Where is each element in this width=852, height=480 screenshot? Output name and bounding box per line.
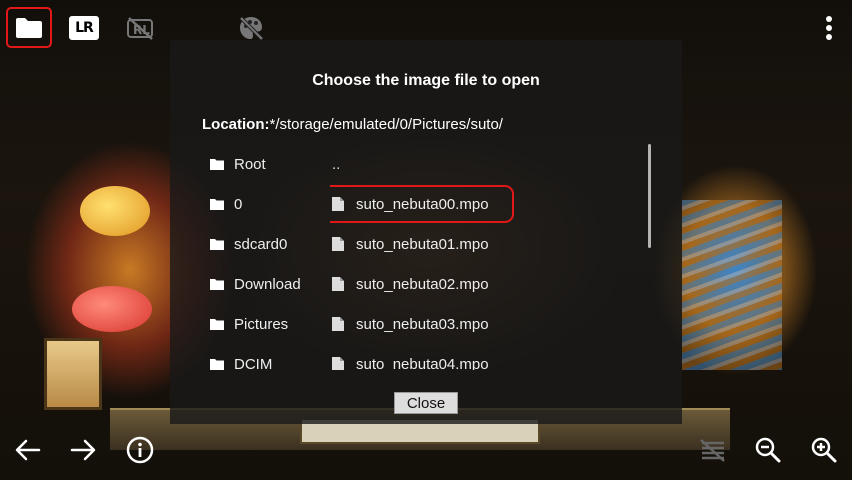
file-label: suto_nebuta04.mpo bbox=[356, 355, 489, 371]
previous-image-button[interactable] bbox=[8, 432, 48, 472]
directory-label: Download bbox=[234, 275, 301, 293]
folder-icon bbox=[210, 156, 232, 172]
arrow-left-icon bbox=[15, 439, 41, 466]
zoom-in-icon bbox=[810, 436, 838, 469]
location-path: Location:*/storage/emulated/0/Pictures/s… bbox=[202, 116, 503, 133]
file-icon bbox=[332, 196, 354, 212]
directory-item-pictures[interactable]: Pictures bbox=[210, 304, 320, 344]
directory-item-download[interactable]: Download bbox=[210, 264, 320, 304]
folder-icon bbox=[210, 356, 232, 370]
info-button[interactable] bbox=[120, 432, 160, 472]
file-label: suto_nebuta02.mpo bbox=[356, 275, 489, 293]
background-photo-yellow-fish bbox=[80, 186, 150, 236]
file-list-scrollbar[interactable] bbox=[648, 144, 651, 248]
folder-icon bbox=[210, 316, 232, 332]
file-icon bbox=[332, 276, 354, 292]
directory-label: DCIM bbox=[234, 355, 273, 371]
palette-off-icon bbox=[237, 14, 265, 42]
info-icon bbox=[126, 436, 154, 469]
file-item-suto-nebuta03[interactable]: suto_nebuta03.mpo bbox=[330, 304, 660, 344]
rl-swap-button[interactable]: RL bbox=[120, 8, 160, 48]
directory-item-root[interactable]: Root bbox=[210, 144, 320, 184]
directory-list: Root 0 sdcard0 Download Pictures DCIM bbox=[210, 144, 320, 370]
file-item-suto-nebuta04[interactable]: suto_nebuta04.mpo bbox=[330, 344, 660, 370]
folder-icon bbox=[210, 276, 232, 292]
location-label: Location: bbox=[202, 116, 270, 133]
file-item-suto-nebuta02[interactable]: suto_nebuta02.mpo bbox=[330, 264, 660, 304]
close-button[interactable]: Close bbox=[394, 392, 458, 414]
file-item-suto-nebuta01[interactable]: suto_nebuta01.mpo bbox=[330, 224, 660, 264]
directory-label: sdcard0 bbox=[234, 235, 288, 253]
lr-mode-button[interactable]: LR bbox=[64, 8, 104, 48]
background-photo-right-float bbox=[682, 200, 782, 370]
parent-directory-item[interactable]: .. bbox=[330, 144, 660, 184]
background-photo-lantern bbox=[44, 338, 102, 410]
file-chooser-dialog: Choose the image file to open Location:*… bbox=[170, 40, 682, 424]
folder-icon bbox=[210, 196, 232, 212]
list-toggle-button[interactable] bbox=[692, 432, 732, 472]
file-label: suto_nebuta01.mpo bbox=[356, 235, 489, 253]
location-value: */storage/emulated/0/Pictures/suto/ bbox=[269, 116, 503, 133]
directory-item-0[interactable]: 0 bbox=[210, 184, 320, 224]
directory-label: Pictures bbox=[234, 315, 289, 333]
arrow-right-icon bbox=[70, 439, 96, 466]
file-icon bbox=[332, 356, 354, 370]
zoom-in-button[interactable] bbox=[804, 432, 844, 472]
overflow-menu-button[interactable] bbox=[814, 8, 844, 48]
file-icon bbox=[332, 236, 354, 252]
file-label: .. bbox=[332, 155, 341, 173]
file-item-suto-nebuta00[interactable]: suto_nebuta00.mpo bbox=[330, 185, 514, 223]
dialog-title: Choose the image file to open bbox=[312, 72, 540, 89]
directory-item-dcim[interactable]: DCIM bbox=[210, 344, 320, 370]
open-folder-button[interactable] bbox=[6, 7, 52, 48]
rl-off-icon: RL bbox=[125, 15, 155, 41]
lr-icon: LR bbox=[69, 16, 99, 40]
folder-icon bbox=[15, 17, 43, 39]
more-vert-icon bbox=[825, 15, 833, 41]
file-icon bbox=[332, 316, 354, 332]
file-label: suto_nebuta03.mpo bbox=[356, 315, 489, 333]
directory-label: 0 bbox=[234, 195, 243, 213]
file-label: suto_nebuta00.mpo bbox=[356, 195, 489, 213]
directory-item-sdcard0[interactable]: sdcard0 bbox=[210, 224, 320, 264]
file-list: .. suto_nebuta00.mpo suto_nebuta01.mpo s… bbox=[330, 144, 660, 370]
list-off-icon bbox=[698, 438, 726, 467]
folder-icon bbox=[210, 236, 232, 252]
next-image-button[interactable] bbox=[63, 432, 103, 472]
lr-label: LR bbox=[75, 20, 94, 36]
background-photo-red-fish bbox=[72, 286, 152, 332]
bottom-toolbar bbox=[0, 424, 852, 480]
zoom-out-icon bbox=[754, 436, 782, 469]
directory-label: Root bbox=[234, 155, 266, 173]
zoom-out-button[interactable] bbox=[748, 432, 788, 472]
